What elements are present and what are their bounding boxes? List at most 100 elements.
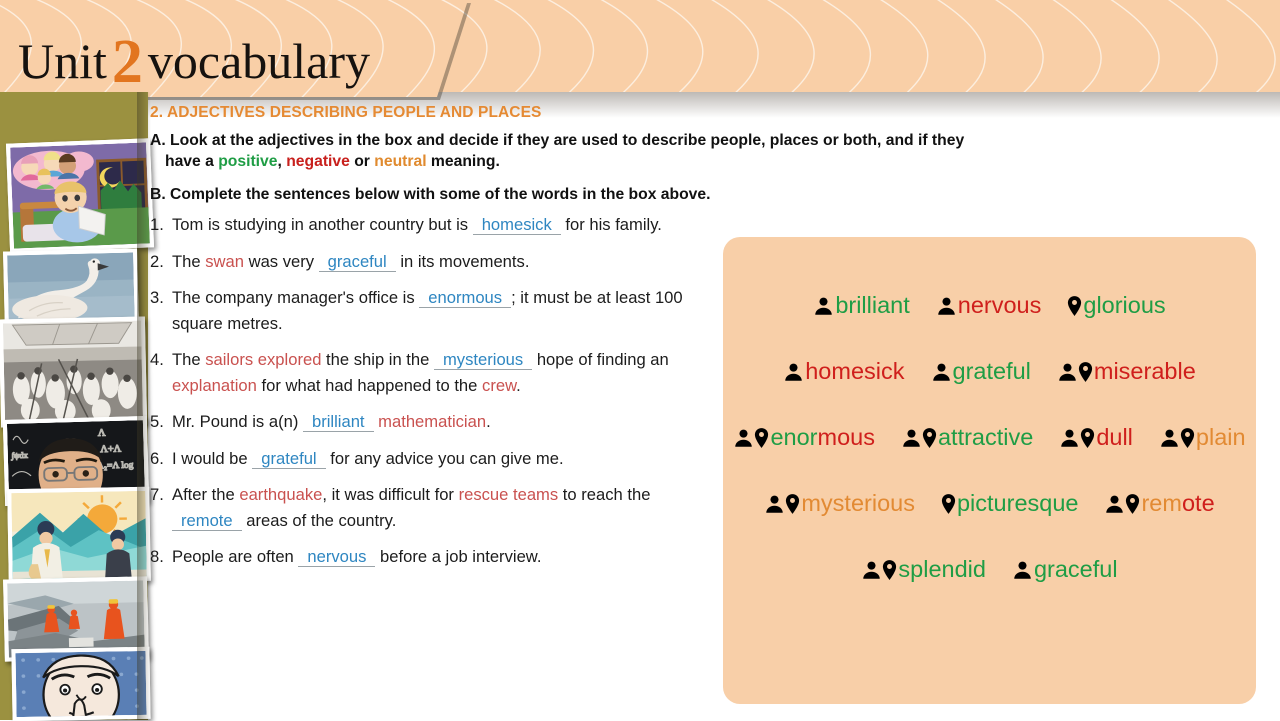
question-number: 5. xyxy=(150,409,172,435)
word-bank-label: attractive xyxy=(938,425,1033,450)
word-bank-label-part: glorious xyxy=(1083,292,1165,318)
word-bank-row: splendid graceful xyxy=(723,557,1256,582)
question-text: I would be grateful for any advice you c… xyxy=(172,446,686,472)
question-item: 2.The swan was very graceful in its move… xyxy=(150,249,686,275)
person-icon xyxy=(733,427,754,449)
word-category-icons xyxy=(901,427,937,449)
word-category-icons xyxy=(931,361,952,383)
question-text-fragment: the ship in the xyxy=(321,350,434,369)
word-category-icons xyxy=(783,361,804,383)
word-bank-label-part: grateful xyxy=(953,358,1031,384)
word-bank-item[interactable]: splendid xyxy=(861,557,986,582)
person-icon xyxy=(764,493,785,515)
word-bank-box: brilliant nervous glorious homesick grateful… xyxy=(723,237,1256,704)
word-bank-label-part: rem xyxy=(1141,490,1181,516)
word-bank-item[interactable]: homesick xyxy=(783,359,904,384)
person-icon xyxy=(1057,361,1078,383)
word-bank-label: brilliant xyxy=(835,293,909,318)
word-bank-row: brilliant nervous glorious xyxy=(723,293,1256,318)
place-pin-icon xyxy=(1078,361,1093,383)
word-bank-label: glorious xyxy=(1083,293,1165,318)
question-text-fragment: Tom is studying in another country but i… xyxy=(172,215,473,234)
word-bank-item[interactable]: picturesque xyxy=(941,491,1079,516)
task-b-instruction: B. Complete the sentences below with som… xyxy=(150,185,1270,205)
word-bank-label-part: brilliant xyxy=(835,292,909,318)
question-text-fragment: for any advice you can give me. xyxy=(326,449,564,468)
answer-blank[interactable]: mysterious xyxy=(434,350,532,370)
task-b-text: Complete the sentences below with some o… xyxy=(170,186,710,203)
answer-blank[interactable]: grateful xyxy=(252,449,325,469)
word-bank-label-part: splendid xyxy=(898,556,986,582)
unit-number: 2 xyxy=(107,28,148,96)
highlighted-word: sailors explored xyxy=(205,350,321,369)
unit-word: Unit xyxy=(18,33,107,89)
task-a-sep2: or xyxy=(350,153,374,170)
question-text: After the earthquake, it was difficult f… xyxy=(172,482,686,533)
word-bank-item[interactable]: grateful xyxy=(931,359,1031,384)
answer-blank[interactable]: enormous xyxy=(419,288,511,308)
word-category-icons xyxy=(941,493,956,515)
question-item: 1.Tom is studying in another country but… xyxy=(150,212,686,238)
word-category-icons xyxy=(764,493,800,515)
word-bank-label-part: graceful xyxy=(1034,556,1118,582)
word-bank-item[interactable]: brilliant xyxy=(813,293,909,318)
place-pin-icon xyxy=(785,493,800,515)
question-text-fragment: . xyxy=(516,376,521,395)
word-bank-label: picturesque xyxy=(957,491,1079,516)
place-pin-icon xyxy=(1180,427,1195,449)
word-bank-item[interactable]: plain xyxy=(1159,425,1246,450)
question-text: Mr. Pound is a(n) brilliant mathematicia… xyxy=(172,409,686,435)
word-bank-item[interactable]: nervous xyxy=(936,293,1042,318)
answer-blank[interactable]: brilliant xyxy=(303,412,374,432)
question-text: Tom is studying in another country but i… xyxy=(172,212,686,238)
question-text-fragment: The xyxy=(172,350,205,369)
question-text: The swan was very graceful in its moveme… xyxy=(172,249,686,275)
word-bank-item[interactable]: enormous xyxy=(733,425,875,450)
word-bank-item[interactable]: remote xyxy=(1104,491,1214,516)
label-neutral: neutral xyxy=(374,153,426,170)
question-text-fragment: for his family. xyxy=(561,215,662,234)
question-text-fragment: hope of finding an xyxy=(532,350,669,369)
photo-advice xyxy=(7,487,151,583)
word-bank-item[interactable]: graceful xyxy=(1012,557,1118,582)
question-text-fragment: areas of the country. xyxy=(242,511,397,530)
word-bank-item[interactable]: miserable xyxy=(1057,359,1196,384)
place-pin-icon xyxy=(1067,295,1082,317)
person-icon xyxy=(1059,427,1080,449)
word-bank-label: dull xyxy=(1096,425,1133,450)
answer-blank[interactable]: graceful xyxy=(319,252,396,272)
question-text-fragment: for what had happened to the xyxy=(257,376,482,395)
word-bank-label: graceful xyxy=(1034,557,1118,582)
word-category-icons xyxy=(813,295,834,317)
word-category-icons xyxy=(1159,427,1195,449)
word-bank-label: enormous xyxy=(770,425,875,450)
answer-blank[interactable]: nervous xyxy=(298,547,375,567)
task-a-sep1: , xyxy=(277,153,286,170)
word-bank-item[interactable]: glorious xyxy=(1067,293,1165,318)
word-bank-label-part: nervous xyxy=(958,292,1042,318)
word-bank-label-part: plain xyxy=(1196,424,1246,450)
question-number: 2. xyxy=(150,249,172,275)
place-pin-icon xyxy=(1125,493,1140,515)
answer-blank[interactable]: remote xyxy=(172,511,242,531)
question-text: The company manager's office is enormous… xyxy=(172,285,686,336)
highlighted-word: explanation xyxy=(172,376,257,395)
place-pin-icon xyxy=(1080,427,1095,449)
question-item: 5.Mr. Pound is a(n) brilliant mathematic… xyxy=(150,409,686,435)
svg-text:Λ: Λ xyxy=(98,428,106,439)
word-bank-item[interactable]: mysterious xyxy=(764,491,915,516)
word-bank-label: mysterious xyxy=(801,491,915,516)
word-bank-label-part: dull xyxy=(1096,424,1133,450)
word-bank-label-part: miserable xyxy=(1094,358,1196,384)
word-bank-item[interactable]: dull xyxy=(1059,425,1133,450)
highlighted-word: crew xyxy=(482,376,516,395)
answer-blank[interactable]: homesick xyxy=(473,215,561,235)
word-bank-item[interactable]: attractive xyxy=(901,425,1033,450)
word-bank-label: grateful xyxy=(953,359,1031,384)
label-negative: negative xyxy=(286,153,350,170)
person-icon xyxy=(783,361,804,383)
question-text-fragment: before a job interview. xyxy=(375,547,541,566)
question-text-fragment: . xyxy=(486,412,491,431)
question-text-fragment: , it was difficult for xyxy=(322,485,458,504)
task-a-text-part2-pre: have a xyxy=(165,153,218,170)
